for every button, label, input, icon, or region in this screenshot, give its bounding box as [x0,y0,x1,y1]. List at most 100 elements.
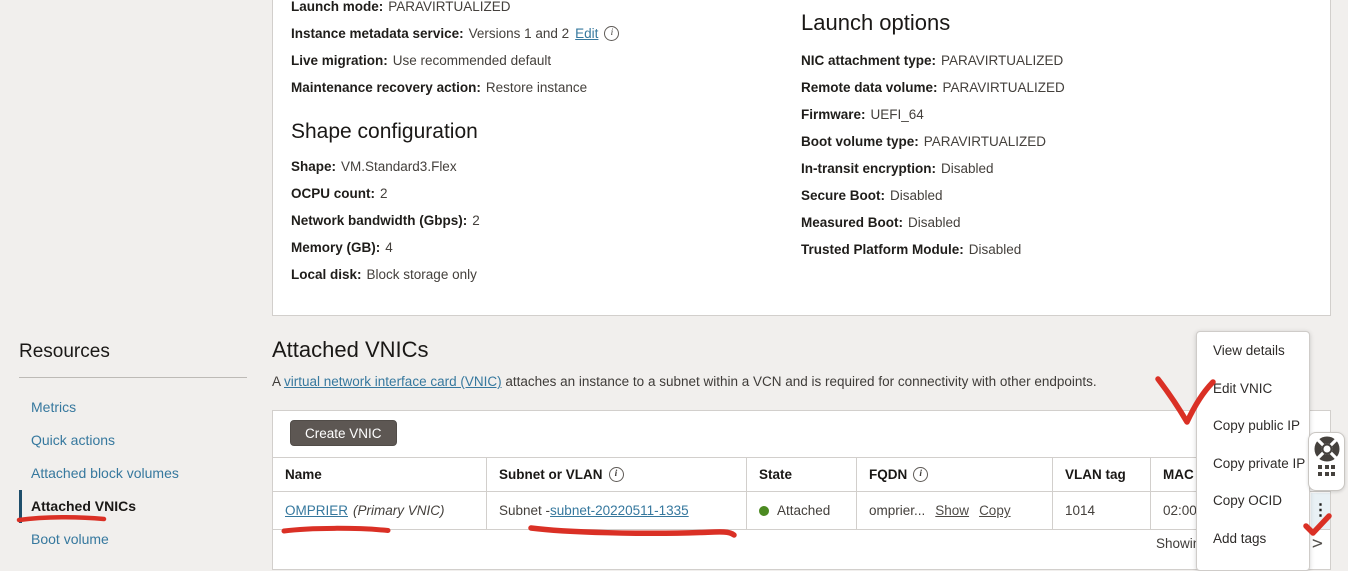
detail-value: PARAVIRTUALIZED [924,134,1046,149]
detail-label: Launch mode: [291,0,383,14]
detail-row-maintenance-recovery: Maintenance recovery action: Restore ins… [291,74,791,101]
cell-state: Attached [747,492,857,529]
detail-label: Remote data volume: [801,80,938,95]
detail-label: Measured Boot: [801,215,903,230]
sidebar-list: Metrics Quick actions Attached block vol… [19,391,247,556]
sidebar-item-label: Attached VNICs [31,498,136,514]
sidebar-item-metrics[interactable]: Metrics [19,391,247,424]
info-icon[interactable]: i [609,467,624,482]
detail-row-in-transit-encryption: In-transit encryption: Disabled [801,155,1301,182]
apps-grid-icon[interactable] [1318,465,1335,476]
detail-label: In-transit encryption: [801,161,936,176]
detail-row-ocpu-count: OCPU count: 2 [291,180,791,207]
description-prefix: A [272,374,284,389]
header-vlan-tag[interactable]: VLAN tag [1053,458,1151,491]
fqdn-copy-link[interactable]: Copy [979,503,1011,518]
chevron-right-icon[interactable]: > [1312,533,1323,554]
table-row: OMPRIER (Primary VNIC) Subnet - subnet-2… [273,492,1330,530]
primary-vnic-label: (Primary VNIC) [353,503,445,518]
detail-row-firmware: Firmware: UEFI_64 [801,101,1301,128]
menu-item-edit-vnic[interactable]: Edit VNIC [1197,370,1309,408]
menu-item-add-tags[interactable]: Add tags [1197,520,1309,558]
subnet-link[interactable]: subnet-20220511-1335 [550,503,689,518]
details-right-column: Launch options NIC attachment type: PARA… [801,5,1301,263]
cell-fqdn: omprier... Show Copy [857,492,1053,529]
info-glyph: i [615,470,618,480]
detail-value: Restore instance [486,80,587,95]
detail-value: Disabled [969,242,1022,257]
header-name[interactable]: Name [273,458,487,491]
detail-value: 2 [380,186,388,201]
attached-vnics-title: Attached VNICs [272,334,429,366]
detail-row-network-bandwidth: Network bandwidth (Gbps): 2 [291,207,791,234]
detail-label: Shape: [291,159,336,174]
row-actions-area: ⋮ [1311,493,1330,529]
row-context-menu: View details Edit VNIC Copy public IP Co… [1196,331,1310,571]
detail-row-remote-data-volume: Remote data volume: PARAVIRTUALIZED [801,74,1301,101]
kebab-menu-icon[interactable]: ⋮ [1313,503,1329,519]
create-vnic-button[interactable]: Create VNIC [290,420,397,446]
header-fqdn[interactable]: FQDNi [857,458,1053,491]
detail-value: Versions 1 and 2 [469,26,570,41]
sidebar-divider [19,377,247,378]
help-widget [1308,432,1345,491]
menu-item-copy-public-ip[interactable]: Copy public IP [1197,407,1309,445]
launch-options-title: Launch options [801,5,1301,41]
details-left-column: Launch mode: PARAVIRTUALIZED Instance me… [291,0,791,288]
detail-value: Use recommended default [393,53,551,68]
detail-row-nic-attachment-type: NIC attachment type: PARAVIRTUALIZED [801,47,1301,74]
detail-row-launch-mode: Launch mode: PARAVIRTUALIZED [291,0,791,20]
sidebar-item-boot-volume[interactable]: Boot volume [19,523,247,556]
detail-value: Block storage only [367,267,477,282]
menu-item-view-details[interactable]: View details [1197,332,1309,370]
header-label: VLAN tag [1065,467,1126,482]
info-icon[interactable]: i [913,467,928,482]
detail-label: Maintenance recovery action: [291,80,481,95]
life-ring-icon[interactable] [1314,436,1340,462]
detail-row-instance-metadata-service: Instance metadata service: Versions 1 an… [291,20,791,47]
fqdn-show-link[interactable]: Show [935,503,969,518]
detail-label: OCPU count: [291,186,375,201]
menu-item-copy-private-ip[interactable]: Copy private IP [1197,445,1309,483]
sidebar-item-attached-block-volumes[interactable]: Attached block volumes [19,457,247,490]
detail-value: VM.Standard3.Flex [341,159,457,174]
detail-label: Network bandwidth (Gbps): [291,213,467,228]
table-header-row: Name Subnet or VLANi State FQDNi VLAN ta… [273,457,1330,492]
detail-label: Memory (GB): [291,240,380,255]
vnic-name-link[interactable]: OMPRIER [285,503,348,518]
detail-value: Disabled [941,161,994,176]
edit-metadata-link[interactable]: Edit [575,26,598,41]
detail-label: Live migration: [291,53,388,68]
header-state[interactable]: State [747,458,857,491]
context-menu-list: View details Edit VNIC Copy public IP Co… [1197,332,1309,557]
sidebar-item-label: Quick actions [31,432,115,448]
menu-item-copy-ocid[interactable]: Copy OCID [1197,482,1309,520]
description-suffix: attaches an instance to a subnet within … [502,374,1097,389]
info-glyph: i [611,29,614,39]
attached-vnics-description: A virtual network interface card (VNIC) … [272,372,1097,392]
detail-row-secure-boot: Secure Boot: Disabled [801,182,1301,209]
info-icon[interactable]: i [604,26,619,41]
detail-value: Disabled [890,188,943,203]
vnics-table-card: Create VNIC Name Subnet or VLANi State F… [272,410,1331,570]
sidebar-item-attached-vnics[interactable]: Attached VNICs [19,490,247,523]
vnic-doc-link[interactable]: virtual network interface card (VNIC) [284,374,502,389]
detail-value: PARAVIRTUALIZED [388,0,510,14]
detail-row-boot-volume-type: Boot volume type: PARAVIRTUALIZED [801,128,1301,155]
detail-value: PARAVIRTUALIZED [941,53,1063,68]
mac-value: 02:00: [1163,503,1201,518]
detail-row-shape: Shape: VM.Standard3.Flex [291,153,791,180]
header-subnet-or-vlan[interactable]: Subnet or VLANi [487,458,747,491]
vlan-tag-value: 1014 [1065,503,1095,518]
sidebar-title: Resources [19,340,247,364]
shape-configuration-title: Shape configuration [291,117,791,147]
detail-label: Boot volume type: [801,134,919,149]
detail-row-measured-boot: Measured Boot: Disabled [801,209,1301,236]
fqdn-value: omprier... [869,503,925,518]
header-label: State [759,467,792,482]
detail-value: Disabled [908,215,961,230]
resources-sidebar: Resources Metrics Quick actions Attached… [19,340,247,556]
status-dot-attached [759,506,769,516]
sidebar-item-quick-actions[interactable]: Quick actions [19,424,247,457]
detail-label: Secure Boot: [801,188,885,203]
